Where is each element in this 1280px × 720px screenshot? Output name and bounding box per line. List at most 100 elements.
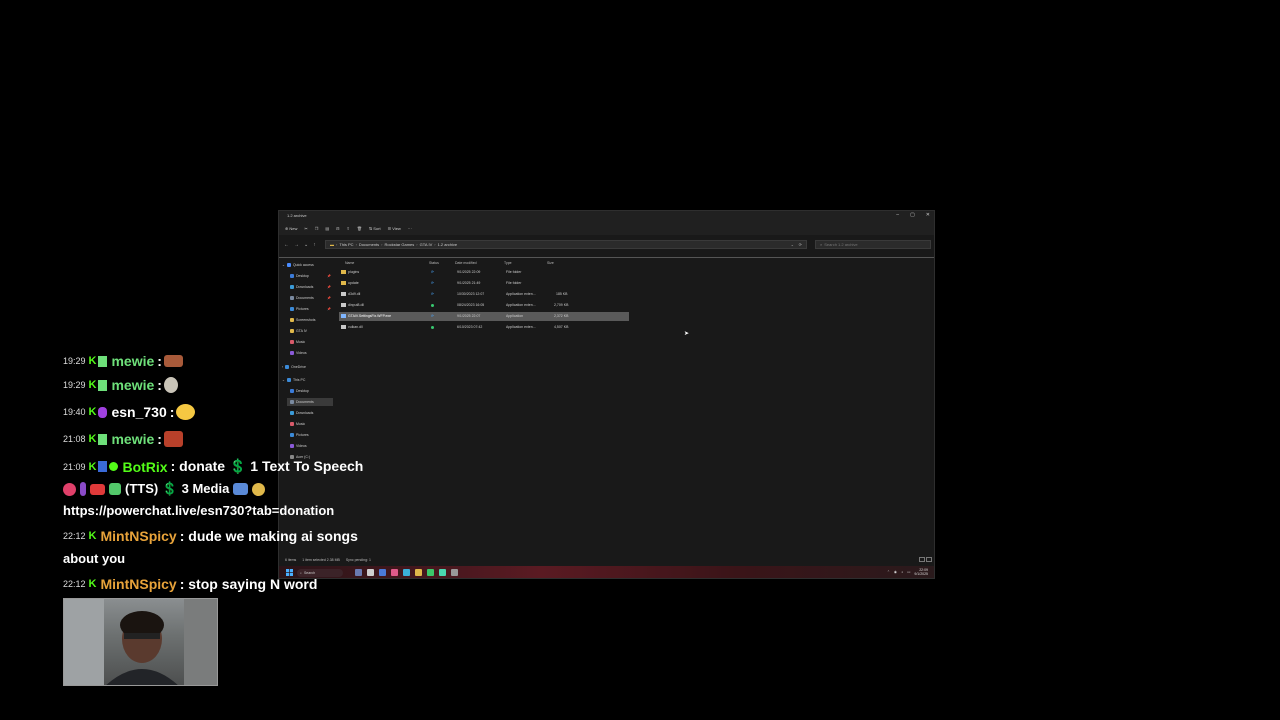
sort-button[interactable]: ⇅ Sort xyxy=(369,226,381,231)
nav-pc-videos[interactable]: Videos xyxy=(290,442,307,450)
nav-downloads[interactable]: Downloads xyxy=(290,283,313,291)
nav-this-pc[interactable]: ⌄ This PC xyxy=(282,376,305,384)
column-header-size[interactable]: Size xyxy=(547,259,554,266)
breadcrumb-rockstar-games[interactable]: Rockstar Games xyxy=(385,242,415,247)
nav-music[interactable]: Music xyxy=(290,338,305,346)
clock[interactable]: 22:09 9/1/2025 xyxy=(914,568,928,576)
refresh-icon[interactable]: ⟳ xyxy=(799,242,802,247)
exe-file-icon xyxy=(341,314,346,318)
chat-username[interactable]: MintNSpicy xyxy=(100,528,176,544)
details-view-icon[interactable] xyxy=(919,557,925,562)
app-icon[interactable] xyxy=(439,569,446,576)
window-title: 1.2 archive xyxy=(287,213,307,218)
view-button[interactable]: ☰ View xyxy=(388,226,401,231)
widgets-icon[interactable] xyxy=(355,569,362,576)
cut-icon[interactable]: ✂ xyxy=(304,226,307,231)
picture-icon xyxy=(290,433,294,437)
column-header-status[interactable]: Status xyxy=(429,259,439,266)
chat-username[interactable]: mewie xyxy=(111,431,154,447)
chat-username[interactable]: esn_730 xyxy=(111,404,166,420)
file-row[interactable]: dinput8.dll 08/24/2023 16:05 Application… xyxy=(339,301,629,310)
chevron-up-icon[interactable]: ⌃ xyxy=(887,570,890,574)
battery-icon[interactable]: ▭ xyxy=(907,570,910,574)
sort-icon: ⇅ xyxy=(368,226,373,231)
desktop-icon xyxy=(290,274,294,278)
minimize-icon[interactable]: – xyxy=(896,212,899,218)
windows-start-icon[interactable] xyxy=(286,569,293,576)
star-icon xyxy=(286,263,291,267)
donation-link[interactable]: https://powerchat.live/esn730?tab=donati… xyxy=(63,503,334,518)
file-explorer-icon[interactable] xyxy=(379,569,386,576)
file-name: dinput8.dll xyxy=(348,303,364,307)
paste-icon[interactable]: ▤ xyxy=(325,226,329,231)
maximize-icon[interactable]: ▢ xyxy=(910,212,915,218)
nav-pictures[interactable]: Pictures xyxy=(290,305,309,313)
chevron-down-icon[interactable]: ⌄ xyxy=(304,242,308,248)
app-icon[interactable] xyxy=(391,569,398,576)
edge-icon[interactable] xyxy=(403,569,410,576)
volume-icon[interactable]: ◖ xyxy=(901,570,903,574)
nav-pc-documents[interactable]: Documents xyxy=(287,398,333,406)
delete-icon[interactable]: 🗑 xyxy=(357,226,362,231)
folder-icon[interactable] xyxy=(415,569,422,576)
copy-icon[interactable]: ❐ xyxy=(315,226,319,231)
settings-icon[interactable] xyxy=(451,569,458,576)
chat-username[interactable]: mewie xyxy=(111,353,154,369)
nav-videos[interactable]: Videos xyxy=(290,349,307,357)
up-icon[interactable]: ↑ xyxy=(313,242,316,248)
close-icon[interactable]: ✕ xyxy=(926,212,930,218)
file-row-selected[interactable]: GTAIV.SettingsFix.WFP.exe ⟳ 9/1/2025 22:… xyxy=(339,312,629,321)
chat-username[interactable]: MintNSpicy xyxy=(100,576,176,592)
subscriber-badge-icon xyxy=(98,433,108,445)
chat-username[interactable]: BotRix xyxy=(122,459,167,475)
column-header-name[interactable]: Name xyxy=(345,259,354,266)
nav-pc-desktop[interactable]: Desktop xyxy=(290,387,309,395)
more-button[interactable]: ··· xyxy=(408,226,412,231)
forward-icon[interactable]: → xyxy=(294,242,299,248)
task-view-icon[interactable] xyxy=(367,569,374,576)
breadcrumb-documents[interactable]: Documents xyxy=(359,242,379,247)
tiles-view-icon[interactable] xyxy=(926,557,932,562)
nav-desktop[interactable]: Desktop xyxy=(290,272,309,280)
breadcrumb-gta-iv[interactable]: GTA IV xyxy=(420,242,433,247)
share-icon[interactable]: ⇪ xyxy=(346,226,349,231)
desktop-icon xyxy=(290,389,294,393)
file-name: plugins xyxy=(348,270,360,274)
nav-quick-access[interactable]: ⌄ Quick access xyxy=(282,261,314,269)
nav-gta-iv[interactable]: GTA IV xyxy=(290,327,307,335)
breadcrumb-archive[interactable]: 1.2 archive xyxy=(438,242,458,247)
breadcrumb-this-pc[interactable]: This PC xyxy=(339,242,353,247)
chevron-down-icon[interactable]: ⌄ xyxy=(791,242,794,247)
nav-documents[interactable]: Documents xyxy=(290,294,314,302)
file-size: 4,507 KB xyxy=(554,325,569,329)
file-size: 2,709 KB xyxy=(554,303,569,307)
kick-badge-icon: K xyxy=(88,406,97,418)
file-name: vulkan.dll xyxy=(348,325,363,329)
nav-screenshots[interactable]: Screenshots xyxy=(290,316,315,324)
folder-icon: ▬ xyxy=(330,242,334,247)
file-row[interactable]: vulkan.dll 6/10/2023 07:42 Application e… xyxy=(339,323,629,332)
picture-icon xyxy=(290,307,294,311)
file-row[interactable]: plugins ⟳ 9/1/2025 22:09 File folder xyxy=(339,268,629,277)
network-icon[interactable]: ◉ xyxy=(894,570,897,574)
synced-icon xyxy=(431,304,434,307)
back-icon[interactable]: ← xyxy=(284,242,289,248)
file-row[interactable]: update ⟳ 9/1/2025 21:49 File folder xyxy=(339,279,629,288)
nav-pc-pictures[interactable]: Pictures xyxy=(290,431,309,439)
chat-username[interactable]: mewie xyxy=(111,377,154,393)
view-icon: ☰ xyxy=(387,226,392,231)
address-bar[interactable]: ▬ › This PC › Documents › Rockstar Games… xyxy=(325,240,807,249)
search-input[interactable]: ⌕ Search 1.2 archive xyxy=(815,240,931,249)
new-button[interactable]: ⊕ New xyxy=(285,226,297,231)
nav-pc-music[interactable]: Music xyxy=(290,420,305,428)
file-row[interactable]: d3d9.dll ⟳ 10/30/2023 12:07 Application … xyxy=(339,290,629,299)
rename-icon[interactable]: ⊟ xyxy=(336,226,339,231)
nav-pc-downloads[interactable]: Downloads xyxy=(290,409,313,417)
file-size: 2,372 KB xyxy=(554,314,569,318)
column-header-type[interactable]: Type xyxy=(504,259,512,266)
chat-timestamp: 22:12 xyxy=(63,579,86,589)
pin-icon: 📌 xyxy=(327,274,331,278)
nav-onedrive[interactable]: › OneDrive xyxy=(282,363,306,371)
chrome-icon[interactable] xyxy=(427,569,434,576)
column-header-date[interactable]: Date modified xyxy=(455,259,477,266)
